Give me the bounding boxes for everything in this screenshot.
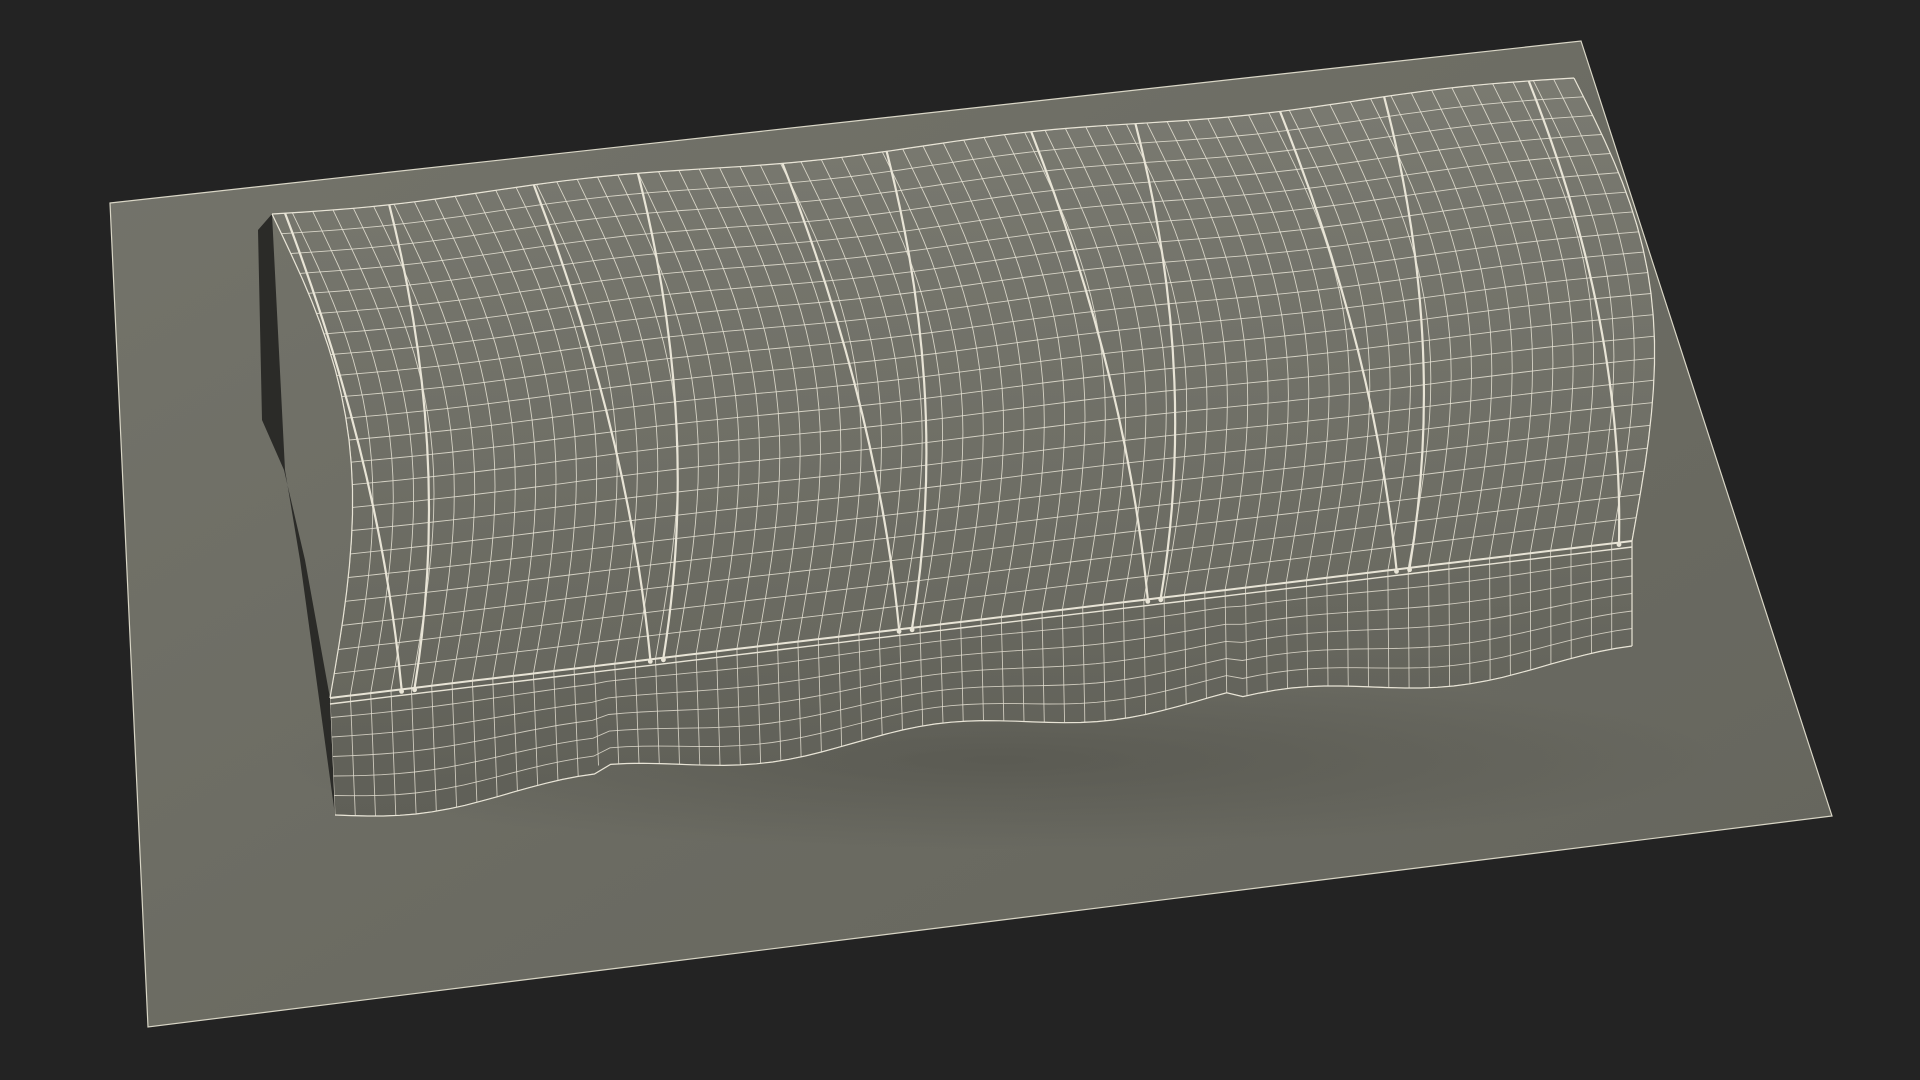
hoop-anchor xyxy=(412,687,417,693)
hoop-anchor xyxy=(647,659,653,664)
hoop-anchor xyxy=(1394,569,1399,574)
hoop-anchor xyxy=(1616,542,1622,547)
hoop-anchor xyxy=(661,657,666,663)
hoop-anchor xyxy=(1407,567,1412,573)
hoop-anchor xyxy=(1145,599,1151,604)
hoop-anchor xyxy=(1158,597,1164,603)
hoop-anchor xyxy=(909,627,915,633)
hoop-anchor xyxy=(399,689,404,694)
render-viewport xyxy=(0,0,1920,1080)
wireframe-render-canvas xyxy=(109,40,1833,1028)
hoop-anchor xyxy=(896,629,902,634)
